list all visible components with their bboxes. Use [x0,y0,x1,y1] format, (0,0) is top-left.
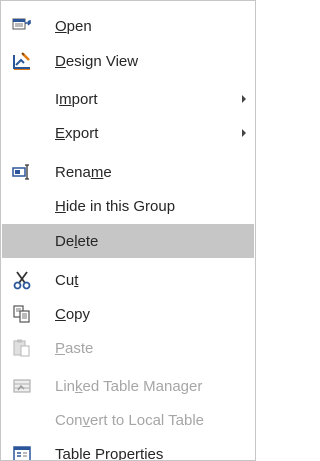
menu-item-label: Table Properties [55,445,164,461]
table-properties-icon [12,444,32,460]
menu-item-rename[interactable]: Rename [2,155,254,189]
submenu-arrow-icon [242,129,246,137]
menu-item-label: Rename [55,163,112,181]
design-view-icon [12,51,32,71]
menu-item-label: Export [55,124,99,142]
linked-table-manager-icon [12,376,32,396]
menu-item-import[interactable]: Import [2,82,254,116]
menu-item-cut[interactable]: Cut [2,263,254,297]
menu-item-label: Paste [55,339,94,357]
menu-item-export[interactable]: Export [2,116,254,150]
menu-item-label: Convert to Local Table [55,411,204,429]
menu-item-label: Design View [55,52,139,70]
menu-item-label: Cut [55,271,79,289]
menu-item-label: Hide in this Group [55,197,176,215]
menu-item-label: Linked Table Manager [55,377,203,395]
copy-icon [12,304,32,324]
menu-item-linked-table-manager: Linked Table Manager [2,369,254,403]
menu-item-label: Open [55,17,92,35]
rename-icon [12,162,32,182]
context-menu: Open Design View Import Export Rename Hi… [0,0,256,461]
menu-item-hide-in-this-group[interactable]: Hide in this Group [2,189,254,223]
menu-item-open[interactable]: Open [2,9,254,43]
cut-icon [12,270,32,290]
menu-item-copy[interactable]: Copy [2,297,254,331]
menu-item-paste: Paste [2,331,254,365]
menu-item-convert-to-local-table: Convert to Local Table [2,403,254,437]
submenu-arrow-icon [242,95,246,103]
menu-item-design-view[interactable]: Design View [2,44,254,78]
menu-item-label: Delete [55,232,99,250]
menu-item-table-properties[interactable]: Table Properties [2,437,254,461]
menu-item-label: Import [55,90,98,108]
open-icon [12,16,32,36]
paste-icon [12,338,32,358]
menu-item-delete[interactable]: Delete [2,224,254,258]
menu-item-label: Copy [55,305,91,323]
